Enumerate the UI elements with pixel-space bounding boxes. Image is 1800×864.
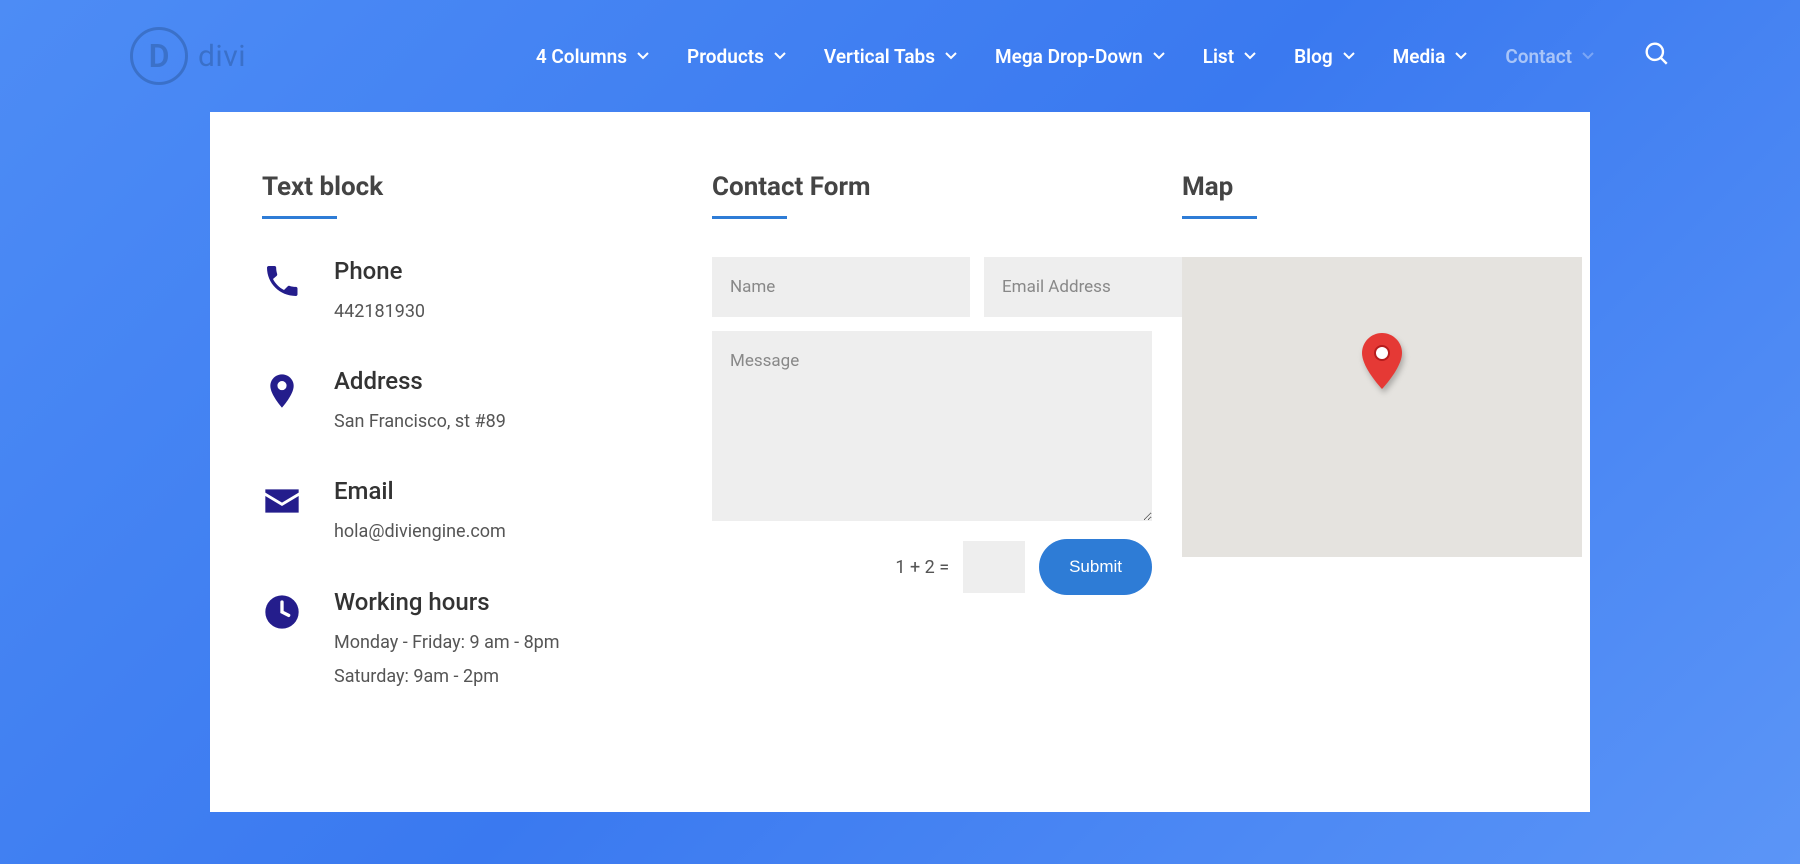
brand-logo[interactable]: D divi	[130, 27, 246, 85]
content-card: Text block Phone 442181930 Address San F…	[210, 112, 1590, 812]
info-phone-title: Phone	[334, 257, 425, 285]
nav-label: Media	[1393, 45, 1446, 68]
chevron-down-icon	[1153, 52, 1165, 60]
section-title-contactform: Contact Form	[712, 172, 1152, 202]
nav-4-columns[interactable]: 4 Columns	[536, 45, 649, 68]
nav-vertical-tabs[interactable]: Vertical Tabs	[824, 45, 957, 68]
logo-icon: D	[130, 27, 188, 85]
phone-icon	[262, 261, 302, 301]
info-hours-line2: Saturday: 9am - 2pm	[334, 660, 560, 694]
chevron-down-icon	[637, 52, 649, 60]
submit-button[interactable]: Submit	[1039, 539, 1152, 595]
info-hours-line1: Monday - Friday: 9 am - 8pm	[334, 626, 560, 660]
section-underline	[262, 216, 337, 219]
nav-label: Blog	[1294, 45, 1333, 68]
message-textarea[interactable]	[712, 331, 1152, 521]
chevron-down-icon	[945, 52, 957, 60]
nav-label: Vertical Tabs	[824, 45, 935, 68]
chevron-down-icon	[1343, 52, 1355, 60]
nav-media[interactable]: Media	[1393, 45, 1468, 68]
map-column: Map	[1182, 172, 1582, 732]
chevron-down-icon	[1582, 52, 1594, 60]
chevron-down-icon	[1244, 52, 1256, 60]
nav-contact[interactable]: Contact	[1505, 45, 1594, 68]
nav-label: 4 Columns	[536, 45, 627, 68]
main-nav: 4 Columns Products Vertical Tabs Mega Dr…	[536, 41, 1670, 71]
nav-products[interactable]: Products	[687, 45, 786, 68]
info-phone-value: 442181930	[334, 295, 425, 329]
map-marker-icon	[1360, 333, 1404, 389]
captcha-row: 1 + 2 = Submit	[712, 539, 1152, 595]
nav-blog[interactable]: Blog	[1294, 45, 1355, 68]
info-address-value: San Francisco, st #89	[334, 405, 506, 439]
header: D divi 4 Columns Products Vertical Tabs …	[0, 0, 1800, 112]
form-row-name-email	[712, 257, 1152, 317]
search-button[interactable]	[1644, 41, 1670, 71]
section-title-map: Map	[1182, 172, 1582, 202]
name-input[interactable]	[712, 257, 970, 317]
info-phone: Phone 442181930	[262, 257, 682, 329]
info-hours-title: Working hours	[334, 588, 560, 616]
info-hours: Working hours Monday - Friday: 9 am - 8p…	[262, 588, 682, 694]
info-address-title: Address	[334, 367, 506, 395]
nav-label: Mega Drop-Down	[995, 45, 1143, 68]
nav-label: Contact	[1505, 45, 1572, 68]
nav-list[interactable]: List	[1203, 45, 1256, 68]
section-underline	[1182, 216, 1257, 219]
info-email-value: hola@diviengine.com	[334, 515, 506, 549]
captcha-input[interactable]	[963, 541, 1025, 593]
info-email-title: Email	[334, 477, 506, 505]
info-email: Email hola@diviengine.com	[262, 477, 682, 549]
nav-mega-drop-down[interactable]: Mega Drop-Down	[995, 45, 1165, 68]
contact-form-column: Contact Form 1 + 2 = Submit	[712, 172, 1152, 732]
map[interactable]	[1182, 257, 1582, 557]
clock-icon	[262, 592, 302, 632]
nav-label: Products	[687, 45, 764, 68]
brand-name: divi	[198, 39, 246, 74]
chevron-down-icon	[1455, 52, 1467, 60]
section-title-textblock: Text block	[262, 172, 682, 202]
captcha-question: 1 + 2 =	[895, 557, 949, 578]
info-address: Address San Francisco, st #89	[262, 367, 682, 439]
map-pin-icon	[262, 371, 302, 411]
search-icon	[1644, 52, 1670, 71]
nav-label: List	[1203, 45, 1234, 68]
text-block-column: Text block Phone 442181930 Address San F…	[262, 172, 682, 732]
section-underline	[712, 216, 787, 219]
mail-icon	[262, 481, 302, 521]
chevron-down-icon	[774, 52, 786, 60]
